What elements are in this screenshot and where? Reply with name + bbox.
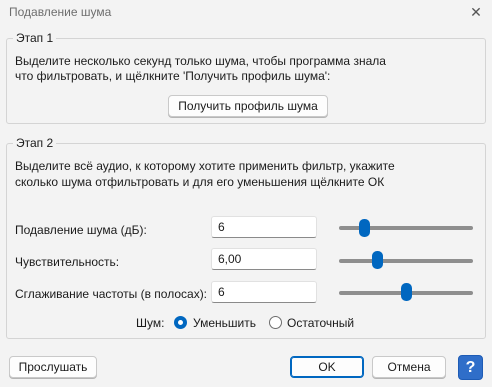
- window-title: Подавление шума: [9, 5, 112, 19]
- close-button[interactable]: ✕: [460, 0, 492, 25]
- step2-legend: Этап 2: [13, 136, 57, 150]
- sensitivity-slider-thumb[interactable]: [372, 251, 384, 269]
- residue-radio-label[interactable]: Остаточный: [287, 316, 354, 330]
- noise-reduction-slider-thumb[interactable]: [358, 219, 370, 237]
- get-noise-profile-button[interactable]: Получить профиль шума: [168, 95, 328, 117]
- step1-text-line1: Выделите несколько секунд только шума, ч…: [15, 54, 386, 68]
- close-icon: ✕: [470, 4, 482, 20]
- reduce-radio[interactable]: [174, 316, 187, 329]
- sensitivity-slider[interactable]: [339, 259, 473, 263]
- help-button[interactable]: ?: [458, 355, 483, 380]
- frequency-smoothing-label: Сглаживание частоты (в полосах):: [15, 287, 208, 301]
- step2-group: Этап 2 Выделите всё аудио, к которому хо…: [6, 136, 486, 339]
- help-icon: ?: [465, 358, 476, 376]
- preview-button[interactable]: Прослушать: [9, 356, 97, 378]
- noise-reduction-label: Подавление шума (дБ):: [15, 223, 147, 237]
- step1-legend: Этап 1: [13, 31, 57, 45]
- frequency-smoothing-slider-thumb[interactable]: [400, 283, 412, 301]
- sensitivity-label: Чувствительность:: [15, 255, 120, 269]
- residue-radio[interactable]: [269, 316, 282, 329]
- noise-mode-label: Шум:: [136, 316, 165, 330]
- cancel-button[interactable]: Отмена: [372, 356, 446, 378]
- title-bar: Подавление шума ✕: [0, 0, 492, 25]
- sensitivity-input[interactable]: 6,00: [211, 248, 317, 270]
- reduce-radio-label[interactable]: Уменьшить: [193, 316, 256, 330]
- frequency-smoothing-input[interactable]: 6: [211, 281, 317, 303]
- noise-reduction-input[interactable]: 6: [211, 216, 317, 238]
- step2-text-line1: Выделите всё аудио, к которому хотите пр…: [15, 159, 395, 173]
- step1-group: Этап 1 Выделите несколько секунд только …: [6, 31, 486, 124]
- step1-text-line2: что фильтровать, и щёлкните 'Получить пр…: [15, 69, 331, 83]
- ok-button[interactable]: OK: [290, 356, 364, 378]
- step2-text-line2: сколько шума отфильтровать и для его уме…: [15, 175, 385, 189]
